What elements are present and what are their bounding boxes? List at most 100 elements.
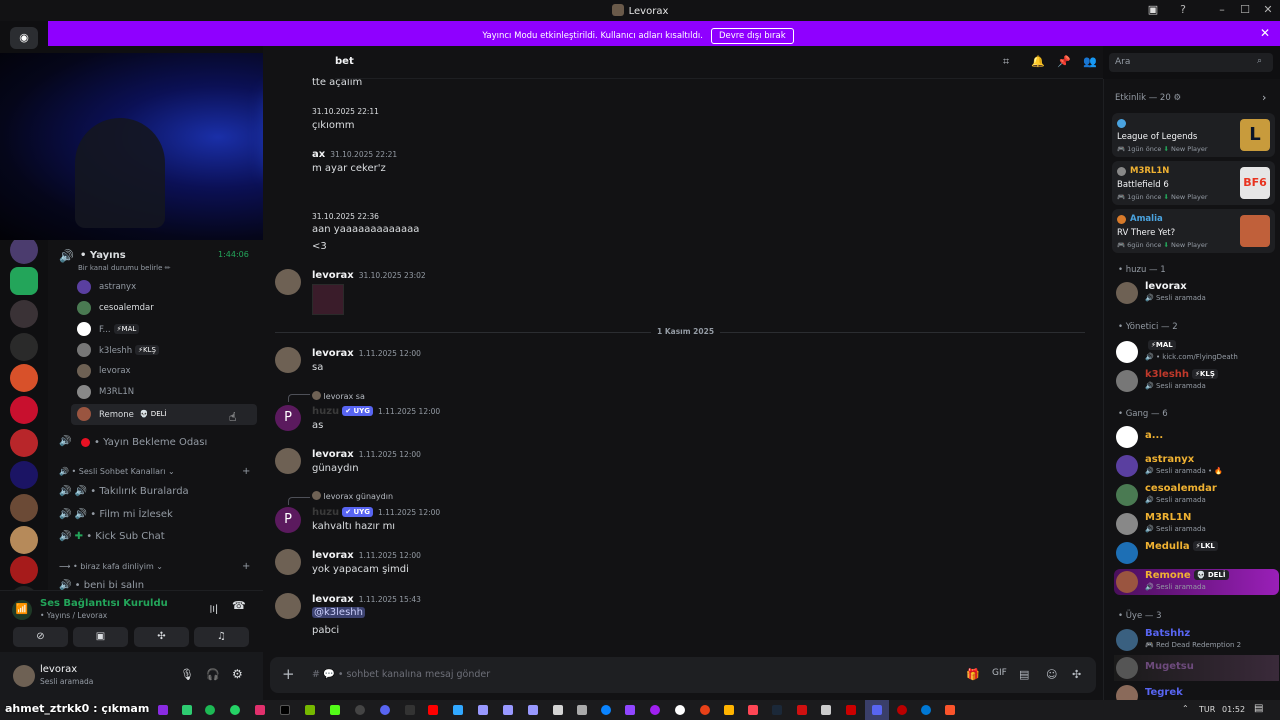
adobe-icon[interactable] xyxy=(428,705,438,715)
members-icon[interactable]: 👥 xyxy=(1083,55,1097,68)
minimize-button[interactable]: – xyxy=(1212,3,1232,16)
member-item[interactable]: astranyx 🔊 Sesli aramada • 🔥 xyxy=(1114,453,1279,479)
member-item[interactable]: a... xyxy=(1114,424,1279,450)
sticker-icon[interactable]: ▤ xyxy=(1019,668,1029,681)
app-icon[interactable] xyxy=(921,705,931,715)
soundboard-button[interactable]: ♫ xyxy=(194,627,249,647)
instagram-icon[interactable] xyxy=(255,705,265,715)
add-channel-icon[interactable]: + xyxy=(242,466,250,477)
member-item[interactable]: ⚡MAL 🔊 • kick.com/FlyingDeath xyxy=(1114,339,1279,365)
server-icon[interactable] xyxy=(10,300,38,328)
reply-preview[interactable]: levorax sa xyxy=(312,391,365,401)
valorant-icon[interactable] xyxy=(748,705,758,715)
search-input[interactable]: Ara ⌕ xyxy=(1109,53,1273,72)
steam-icon[interactable] xyxy=(772,705,782,715)
member-item[interactable]: Tegrek xyxy=(1114,683,1279,700)
activity-header[interactable]: Etkinlik — 20 ⚙ xyxy=(1115,93,1181,103)
activity-card[interactable]: Amalia RV There Yet? 🎮 6gün önce ⬇ New P… xyxy=(1112,209,1275,253)
voice-channel-name[interactable]: • Yayıns xyxy=(80,250,126,261)
nvidia-icon[interactable] xyxy=(305,705,315,715)
threads-icon[interactable]: ⌗ xyxy=(1003,55,1009,69)
discord-icon[interactable] xyxy=(872,705,882,715)
channel-status[interactable]: Bir kanal durumu belirle ✏ xyxy=(78,264,171,272)
language-indicator[interactable]: TUR xyxy=(1199,705,1215,714)
message-avatar[interactable] xyxy=(275,549,301,575)
message-avatar[interactable] xyxy=(275,593,301,619)
screen-share-button[interactable]: ▣ xyxy=(73,627,128,647)
microphone-icon[interactable]: 🎙 xyxy=(180,668,194,681)
user-name[interactable]: levorax xyxy=(40,664,77,675)
member-item[interactable]: Remone 💀 DELİ 🔊 Sesli aramada xyxy=(1114,569,1279,595)
channel-item[interactable]: 🔊 🔊 • Film mi İzlesek xyxy=(59,509,173,520)
apps-icon[interactable]: ✣ xyxy=(1072,668,1081,681)
inbox-icon[interactable]: ▣ xyxy=(1143,3,1163,16)
channel-item[interactable]: • Yayın Bekleme Odası xyxy=(94,437,207,448)
photoshop-icon[interactable] xyxy=(453,705,463,715)
notification-icon[interactable]: ▤ xyxy=(1254,703,1263,714)
brave-icon[interactable] xyxy=(945,705,955,715)
channel-item[interactable]: 🔊 ✚ • Kick Sub Chat xyxy=(59,531,165,542)
message-avatar[interactable]: P xyxy=(275,405,301,431)
pin-icon[interactable]: 📌 xyxy=(1057,55,1071,68)
voice-user[interactable]: F... ⚡MAL xyxy=(99,324,140,335)
member-item[interactable]: Medulla ⚡LKL xyxy=(1114,540,1279,566)
user-avatar[interactable] xyxy=(13,665,35,687)
voice-user[interactable]: M3RL1N xyxy=(99,387,134,397)
add-channel-icon[interactable]: + xyxy=(242,561,250,572)
app-icon[interactable] xyxy=(405,705,415,715)
app-icon[interactable] xyxy=(700,705,710,715)
kick-icon[interactable] xyxy=(330,705,340,715)
app-icon[interactable] xyxy=(846,705,856,715)
app-icon[interactable] xyxy=(821,705,831,715)
message-author[interactable]: levorax 1.11.2025 12:00 xyxy=(312,348,421,359)
app-icon[interactable] xyxy=(380,705,390,715)
app-icon[interactable] xyxy=(553,705,563,715)
noise-suppression-icon[interactable]: 〣 xyxy=(208,601,219,617)
member-item[interactable]: cesoalemdar 🔊 Sesli aramada xyxy=(1114,482,1279,508)
message-avatar[interactable] xyxy=(275,448,301,474)
channel-item[interactable]: 🔊 • beni bi salın xyxy=(59,580,144,590)
epic-icon[interactable] xyxy=(675,705,685,715)
message-author[interactable]: huzu ✔ UYG 1.11.2025 12:00 xyxy=(312,507,440,518)
app-icon[interactable] xyxy=(650,705,660,715)
bell-icon[interactable]: 🔔 xyxy=(1031,55,1045,68)
banner-close-button[interactable]: ✕ xyxy=(1260,26,1270,40)
voice-user[interactable]: Remone 💀 DELİ xyxy=(99,409,170,420)
server-icon[interactable] xyxy=(10,364,38,392)
whatsapp-icon[interactable] xyxy=(230,705,240,715)
discord-home-icon[interactable]: ◉ xyxy=(10,27,38,49)
clock[interactable]: 01:52 xyxy=(1222,705,1245,714)
app-icon[interactable] xyxy=(797,705,807,715)
voice-user[interactable]: astranyx xyxy=(99,282,136,292)
spotify-icon[interactable] xyxy=(205,705,215,715)
app-icon[interactable] xyxy=(158,705,168,715)
activity-card[interactable]: M3RL1N Battlefield 6 🎮 1gün önce ⬇ New P… xyxy=(1112,161,1275,205)
voice-user[interactable]: levorax xyxy=(99,366,131,376)
app-icon[interactable] xyxy=(182,705,192,715)
activity-card[interactable]: League of Legends 🎮 1gün önce ⬇ New Play… xyxy=(1112,113,1275,157)
server-icon[interactable] xyxy=(10,396,38,424)
settings-gear-icon[interactable]: ⚙ xyxy=(232,667,243,681)
message-author[interactable]: levorax 31.10.2025 23:02 xyxy=(312,270,426,281)
app-icon[interactable] xyxy=(897,705,907,715)
server-icon[interactable] xyxy=(10,556,38,584)
disconnect-icon[interactable]: ☎ xyxy=(232,599,246,612)
message-avatar[interactable] xyxy=(275,347,301,373)
signal-icon[interactable]: 📶 xyxy=(12,600,32,620)
voice-status-sub[interactable]: • Yayıns / Levorax xyxy=(40,611,107,620)
voice-user[interactable]: k3leshh ⚡KLŞ xyxy=(99,345,159,356)
message-author[interactable]: levorax 1.11.2025 12:00 xyxy=(312,449,421,460)
disable-streamer-mode-button[interactable]: Devre dışı bırak xyxy=(710,28,794,44)
message-author[interactable]: levorax 1.11.2025 12:00 xyxy=(312,550,421,561)
voice-status-title[interactable]: Ses Bağlantısı Kuruldu xyxy=(40,598,168,609)
member-item[interactable]: M3RL1N 🔊 Sesli aramada xyxy=(1114,511,1279,537)
chevron-right-icon[interactable]: › xyxy=(1262,91,1266,104)
tiktok-icon[interactable] xyxy=(280,705,290,715)
channel-item[interactable]: 🔊 🔊 • Takılırık Buralarda xyxy=(59,486,189,497)
reply-preview[interactable]: levorax günaydın xyxy=(312,491,393,501)
server-icon[interactable] xyxy=(10,236,38,264)
server-icon[interactable] xyxy=(10,333,38,361)
category-header[interactable]: 🔊 • Sesli Sohbet Kanalları ⌄ xyxy=(59,467,175,476)
message-avatar[interactable]: P xyxy=(275,507,301,533)
help-icon[interactable]: ? xyxy=(1173,3,1193,16)
